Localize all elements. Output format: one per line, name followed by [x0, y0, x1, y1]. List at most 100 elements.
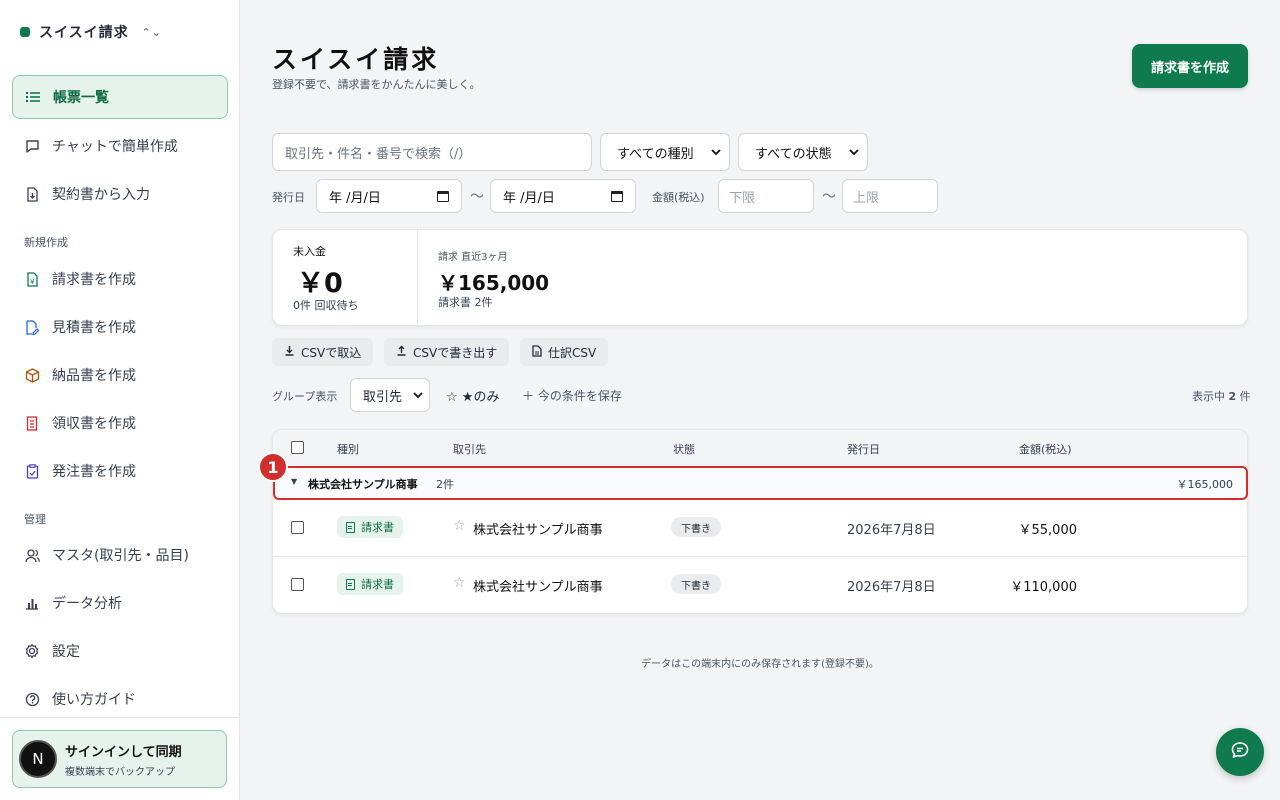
unpaid-amount: ￥0 [297, 268, 343, 299]
sidebar-item-label: データ分析 [52, 596, 122, 612]
select-all-checkbox[interactable] [291, 441, 304, 454]
status-filter-value: すべての状態 [755, 146, 832, 162]
result-count-prefix: 表示中 [1192, 390, 1225, 403]
import-csv-button[interactable]: CSVで取込 [272, 338, 374, 366]
sidebar-item-create-invoice[interactable]: ¥ 請求書を作成 [12, 257, 228, 301]
quote-icon [24, 319, 40, 335]
sidebar-item-chat-create[interactable]: チャットで簡単作成 [12, 124, 228, 168]
group-by-select[interactable]: 取引先 [350, 378, 430, 412]
order-icon [24, 463, 40, 479]
chat-icon [1230, 740, 1250, 764]
chevron-down-icon [849, 145, 859, 160]
sidebar-divider [0, 717, 239, 718]
starred-only-toggle[interactable]: ☆ ★のみ [446, 386, 499, 405]
sidebar-item-import-contract[interactable]: 契約書から入力 [12, 172, 228, 216]
amount-max-input[interactable]: 上限 [842, 179, 938, 213]
calendar-icon[interactable] [611, 190, 623, 202]
save-condition-button[interactable]: ＋ 今の条件を保存 [522, 387, 622, 404]
chat-icon [24, 138, 40, 154]
workspace-switcher[interactable]: スイスイ請求 ⌃⌄ [20, 22, 162, 42]
bar-chart-icon [24, 595, 40, 611]
annotation-marker: 1 [258, 452, 288, 482]
sidebar-item-label: 納品書を作成 [52, 368, 136, 384]
sidebar-item-label: 発注書を作成 [52, 464, 136, 480]
documents-table: 種別 取引先 状態 発行日 金額(税込) ▼ 株式会社サンプル商事 2件 ￥16… [272, 429, 1248, 614]
sidebar-item-document-list[interactable]: 帳票一覧 [12, 75, 228, 119]
journal-csv-label: 仕訳CSV [548, 345, 597, 360]
row-client: 株式会社サンプル商事 [473, 523, 603, 538]
section-label-manage: 管理 [24, 513, 46, 526]
calendar-icon[interactable] [437, 190, 449, 202]
date-filter-label: 発行日 [272, 191, 305, 204]
sidebar-item-create-quote[interactable]: 見積書を作成 [12, 305, 228, 349]
sidebar-item-label: 領収書を作成 [52, 416, 136, 432]
group-display-label: グループ表示 [272, 390, 338, 403]
table-row[interactable]: 請求書 ☆ 株式会社サンプル商事 下書き 2026年7月8日 ￥110,000 [273, 557, 1247, 613]
import-csv-label: CSVで取込 [301, 345, 362, 360]
row-checkbox[interactable] [291, 578, 304, 591]
summary-card: 未入金 ￥0 0件 回収待ち 請求 直近3ヶ月 ￥165,000 請求書 2件 [272, 229, 1248, 326]
row-checkbox[interactable] [291, 521, 304, 534]
receipt-icon [24, 415, 40, 431]
sidebar: スイスイ請求 ⌃⌄ 帳票一覧 チャットで簡単作成 契約書から入力 新規作成 ¥ … [0, 0, 240, 800]
amount-filter-label: 金額(税込) [652, 191, 705, 204]
sidebar-item-create-receipt[interactable]: 領収書を作成 [12, 401, 228, 445]
sidebar-item-label: 契約書から入力 [52, 187, 150, 203]
page-subtitle: 登録不要で、請求書をかんたんに美しく。 [272, 78, 481, 91]
sidebar-item-label: マスタ(取引先・品目) [52, 548, 189, 564]
help-icon [24, 691, 40, 707]
amount-min-input[interactable]: 下限 [718, 179, 814, 213]
sidebar-item-label: 帳票一覧 [53, 90, 109, 106]
status-badge: 下書き [671, 574, 721, 594]
star-icon[interactable]: ☆ [453, 575, 466, 591]
signin-title: サインインして同期 [65, 744, 182, 760]
column-header-date[interactable]: 発行日 [847, 441, 880, 457]
sidebar-item-analytics[interactable]: データ分析 [12, 581, 228, 625]
journal-csv-button[interactable]: 仕訳CSV [520, 338, 609, 366]
signin-sync-button[interactable]: N サインインして同期 複数端末でバックアップ [12, 730, 227, 788]
signin-subtitle: 複数端末でバックアップ [65, 766, 175, 778]
sidebar-item-label: チャットで簡単作成 [52, 139, 178, 155]
column-header-client[interactable]: 取引先 [453, 441, 486, 457]
chevron-updown-icon: ⌃⌄ [141, 25, 163, 39]
result-count-number: 2 [1228, 390, 1237, 403]
status-filter-select[interactable]: すべての状態 [738, 133, 868, 171]
brand-name: スイスイ請求 [39, 25, 129, 41]
export-csv-button[interactable]: CSVで書き出す [384, 338, 510, 366]
column-header-amount[interactable]: 金額(税込) [1019, 441, 1072, 457]
page-title: スイスイ請求 [272, 45, 440, 74]
column-header-type[interactable]: 種別 [337, 441, 359, 457]
type-filter-select[interactable]: すべての種別 [600, 133, 730, 171]
status-badge: 下書き [671, 517, 721, 537]
type-badge: 請求書 [337, 516, 403, 538]
sidebar-item-label: 請求書を作成 [52, 272, 136, 288]
chevron-down-icon [711, 145, 721, 160]
recent-amount: ￥165,000 [438, 271, 550, 295]
footer-note: データはこの端末内にのみ保存されます(登録不要)。 [641, 659, 879, 670]
sidebar-item-guide[interactable]: 使い方ガイド [12, 677, 228, 721]
star-icon[interactable]: ☆ [453, 518, 466, 534]
date-to-input[interactable]: 年 /月/日 [490, 179, 636, 213]
date-to-value: 年 /月/日 [503, 190, 555, 206]
sidebar-item-label: 使い方ガイド [52, 692, 136, 708]
brand-dot-icon [20, 27, 30, 37]
sidebar-item-create-delivery[interactable]: 納品書を作成 [12, 353, 228, 397]
file-icon [532, 344, 542, 360]
column-header-status[interactable]: 状態 [673, 441, 695, 457]
search-input[interactable]: 取引先・件名・番号で検索（/） [272, 133, 592, 171]
result-count-suffix: 件 [1239, 390, 1251, 403]
create-invoice-button[interactable]: 請求書を作成 [1132, 44, 1248, 88]
unpaid-label: 未入金 [293, 245, 326, 258]
chat-button[interactable] [1216, 728, 1264, 776]
table-row[interactable]: 請求書 ☆ 株式会社サンプル商事 下書き 2026年7月8日 ￥55,000 [273, 500, 1247, 557]
type-filter-value: すべての種別 [617, 146, 694, 162]
type-badge: 請求書 [337, 573, 403, 595]
sidebar-item-create-order[interactable]: 発注書を作成 [12, 449, 228, 493]
row-date: 2026年7月8日 [847, 580, 936, 595]
import-doc-icon [24, 186, 40, 202]
invoice-icon [346, 578, 355, 590]
avatar: N [19, 740, 57, 778]
sidebar-item-master[interactable]: マスタ(取引先・品目) [12, 533, 228, 577]
date-from-input[interactable]: 年 /月/日 [316, 179, 462, 213]
section-label-new: 新規作成 [24, 236, 68, 249]
